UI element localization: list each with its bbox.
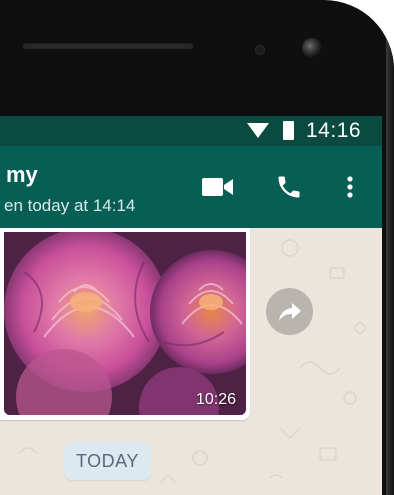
date-divider-label: TODAY	[76, 450, 139, 471]
forward-icon	[278, 302, 301, 321]
battery-icon	[283, 121, 294, 140]
front-camera	[302, 38, 322, 58]
chat-header[interactable]: my en today at 14:14	[0, 146, 382, 228]
phone-photo: 14:16 my en today at 14:14 10:26 TODAY	[0, 0, 394, 495]
status-time: 14:16	[306, 119, 362, 142]
phone-icon	[278, 176, 300, 198]
phone-edge	[386, 40, 394, 495]
message-time: 10:26	[195, 391, 236, 408]
roses-image	[4, 232, 246, 415]
wifi-icon	[247, 123, 269, 138]
more-options-button[interactable]	[340, 146, 360, 228]
video-call-button[interactable]	[200, 146, 236, 228]
date-divider: TODAY	[64, 442, 151, 480]
contact-name[interactable]: my	[6, 162, 38, 188]
status-bar: 14:16	[0, 116, 382, 146]
chat-area[interactable]: 10:26 TODAY	[0, 228, 382, 495]
last-seen-status: en today at 14:14	[4, 196, 136, 215]
video-call-icon	[202, 178, 233, 196]
forward-button[interactable]	[266, 288, 313, 335]
phone-bezel: 14:16 my en today at 14:14 10:26 TODAY	[0, 0, 394, 495]
voice-call-button[interactable]	[274, 146, 304, 228]
image-message[interactable]: 10:26	[0, 228, 250, 420]
more-vert-icon	[347, 176, 353, 198]
message-photo[interactable]: 10:26	[4, 232, 246, 415]
earpiece-speaker	[22, 42, 194, 49]
phone-screen: 14:16 my en today at 14:14 10:26 TODAY	[0, 116, 382, 495]
proximity-sensor	[256, 46, 264, 54]
